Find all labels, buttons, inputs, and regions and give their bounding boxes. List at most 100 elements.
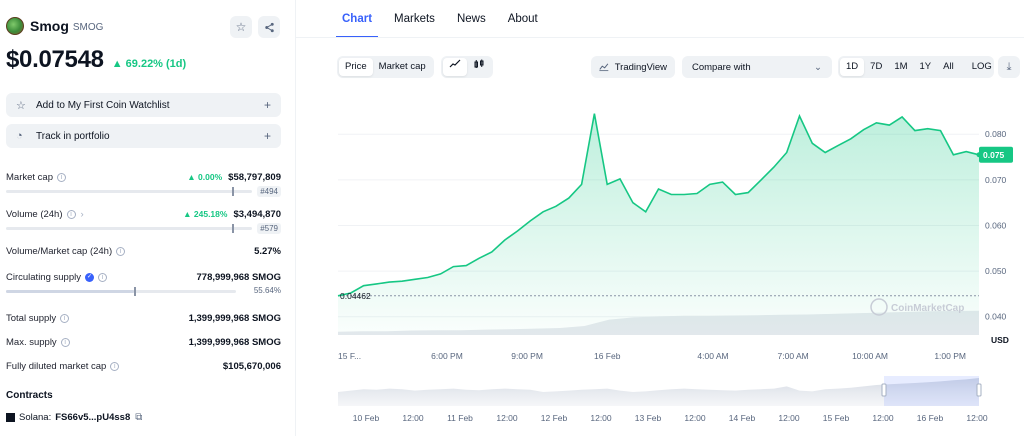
coin-logo xyxy=(6,17,24,35)
stat-label: Circulating supply xyxy=(6,271,81,283)
portfolio-label: Track in portfolio xyxy=(36,130,110,142)
supply-percent: 55.64% xyxy=(253,286,281,295)
contract-address[interactable]: FS66v5...pU4ss8 xyxy=(55,412,130,423)
info-icon[interactable]: i xyxy=(66,209,76,219)
price-change-value: 69.22% (1d) xyxy=(125,58,187,70)
supply-progress: 55.64% xyxy=(6,286,281,298)
coin-name: Smog xyxy=(30,18,69,34)
range-navigator[interactable]: 10 Feb 12:00 11 Feb 12:00 12 Feb 12:00 13 Feb 1… xyxy=(338,376,988,423)
stat-label: Total supply xyxy=(6,312,57,324)
contract-chain: Solana: xyxy=(19,412,52,423)
stat-value: 1,399,999,968 SMOG xyxy=(188,312,281,324)
bar-marker xyxy=(133,287,136,296)
price-change: ▲ 69.22% (1d) xyxy=(111,58,187,70)
share-icon[interactable] xyxy=(258,16,280,38)
plus-icon: + xyxy=(263,129,271,143)
navigator-label: 16 Feb xyxy=(917,413,944,423)
coin-price: $0.07548 xyxy=(6,46,104,73)
x-tick-label: 16 Feb xyxy=(594,351,621,361)
info-icon[interactable]: i xyxy=(60,337,70,347)
price-chart[interactable]: 0.080 0.070 0.060 0.050 0.040 USD 0.04462 0.07… xyxy=(296,90,1024,436)
contracts-title: Contracts xyxy=(6,390,53,401)
stat-label: Market cap xyxy=(6,171,53,183)
navigator-label: 12:00 xyxy=(684,413,706,423)
coin-header: Smog SMOG xyxy=(6,14,103,38)
stat-fully-diluted-market-cap: Fully diluted market cap i $105,670,006 xyxy=(6,359,281,373)
stat-value: $3,494,870 xyxy=(233,208,281,220)
x-tick-label: 15 F... xyxy=(338,351,361,361)
contract-row[interactable]: Solana: FS66v5...pU4ss8 ⧉ xyxy=(6,412,142,423)
line-chart-icon[interactable] xyxy=(443,58,467,76)
current-price-label: 0.075 xyxy=(983,150,1005,160)
y-tick-label: 0.050 xyxy=(985,266,1007,276)
info-icon[interactable]: i xyxy=(116,246,126,256)
verified-check-icon: ✓ xyxy=(84,272,94,282)
y-tick-label: 0.040 xyxy=(985,312,1007,322)
watchlist-label: Add to My First Coin Watchlist xyxy=(36,99,170,111)
tradingview-button[interactable]: TradingView xyxy=(591,56,675,78)
y-tick-label: 0.080 xyxy=(985,129,1007,139)
rank-badge: #494 xyxy=(257,186,281,197)
coin-info-panel: Smog SMOG ☆ $0.07548 ▲ 69.22% (1d) ☆ Add… xyxy=(0,0,296,436)
range-1d-button[interactable]: 1D xyxy=(840,58,865,76)
range-all-button[interactable]: All xyxy=(937,58,960,76)
log-scale-button[interactable]: LOG xyxy=(966,58,998,76)
navigator-selection xyxy=(884,376,979,406)
range-1y-button[interactable]: 1Y xyxy=(914,58,938,76)
info-icon[interactable]: i xyxy=(110,361,120,371)
x-tick-label: 1:00 PM xyxy=(934,351,966,361)
navigator-handle-left xyxy=(881,383,887,397)
navigator-label: 12:00 xyxy=(496,413,518,423)
y-tick-label: 0.060 xyxy=(985,220,1007,230)
compare-with-select[interactable]: Compare with ⌄ xyxy=(682,56,832,78)
stat-circulating-supply: Circulating supply ✓ i 778,999,968 SMOG … xyxy=(6,270,281,298)
stat-value: 5.27% xyxy=(254,245,281,257)
chevron-right-icon[interactable]: › xyxy=(81,209,84,220)
price-toggle-button[interactable]: Price xyxy=(339,58,373,76)
stat-vol-mcap: Volume/Market cap (24h) i 5.27% xyxy=(6,244,281,258)
stat-label: Volume (24h) xyxy=(6,208,63,220)
rank-bar: #579 xyxy=(6,223,281,235)
tabs-divider xyxy=(296,37,1024,38)
info-icon[interactable]: i xyxy=(60,313,70,323)
navigator-label: 12:00 xyxy=(966,413,988,423)
navigator-handle-right xyxy=(976,383,982,397)
supply-progress-fill xyxy=(6,290,134,293)
stat-change: ▲ 245.18% xyxy=(183,209,228,219)
range-7d-button[interactable]: 7D xyxy=(864,58,888,76)
y-tick-label: 0.070 xyxy=(985,175,1007,185)
start-price-label: 0.04462 xyxy=(340,291,371,301)
x-tick-label: 9:00 PM xyxy=(511,351,543,361)
copy-icon[interactable]: ⧉ xyxy=(135,412,142,423)
chart-style-toggle xyxy=(441,56,493,78)
stat-value: 1,399,999,968 SMOG xyxy=(188,336,281,348)
line-glyph xyxy=(449,59,461,68)
range-1m-button[interactable]: 1M xyxy=(888,58,913,76)
star-icon[interactable]: ☆ xyxy=(230,16,252,38)
solana-icon xyxy=(6,413,15,422)
info-icon[interactable]: i xyxy=(97,272,107,282)
download-icon[interactable]: ⤓ xyxy=(998,56,1020,78)
add-to-watchlist-button[interactable]: ☆ Add to My First Coin Watchlist + xyxy=(6,93,281,117)
tab-chart[interactable]: Chart xyxy=(336,0,379,38)
navigator-label: 12 Feb xyxy=(541,413,568,423)
x-tick-label: 7:00 AM xyxy=(778,351,809,361)
rank-bar: #494 xyxy=(6,186,281,198)
chevron-down-icon: ⌄ xyxy=(814,61,822,73)
bar-track xyxy=(6,190,252,193)
tab-news[interactable]: News xyxy=(451,0,492,38)
tab-about[interactable]: About xyxy=(502,0,544,38)
market-cap-toggle-button[interactable]: Market cap xyxy=(373,58,432,76)
navigator-label: 12:00 xyxy=(590,413,612,423)
coin-symbol: SMOG xyxy=(72,21,104,33)
info-icon[interactable]: i xyxy=(57,172,66,182)
tab-markets[interactable]: Markets xyxy=(388,0,441,38)
stat-market-cap: Market cap i ▲ 0.00% $58,797,809 #494 xyxy=(6,170,281,198)
x-axis-ticks: 15 F... 6:00 PM 9:00 PM 16 Feb 4:00 AM 7:00 A… xyxy=(338,351,966,361)
navigator-label: 14 Feb xyxy=(729,413,756,423)
track-portfolio-button[interactable]: ◔ Track in portfolio + xyxy=(6,124,281,148)
stat-value: 778,999,968 SMOG xyxy=(196,271,282,283)
bar-marker xyxy=(232,224,234,233)
plus-icon: + xyxy=(263,98,271,112)
candlestick-icon[interactable] xyxy=(467,58,491,76)
